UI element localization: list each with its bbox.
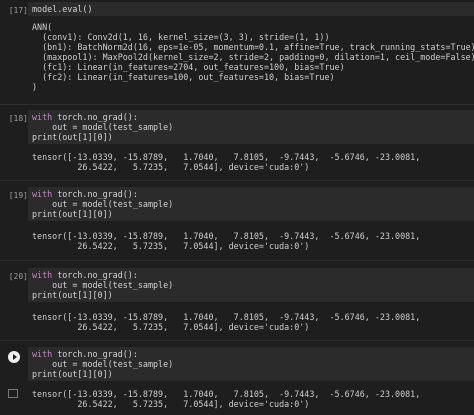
code-editor[interactable]: with torch.no_grad(): out = model(test_s… — [28, 347, 474, 381]
code-line: out = model(test_sample) — [32, 359, 174, 369]
code-editor[interactable]: with torch.no_grad(): out = model(test_s… — [28, 268, 474, 302]
code-line: out = model(test_sample) — [32, 280, 174, 290]
cell-output: tensor([-13.0339, -15.8789, 1.7040, 7.81… — [28, 389, 474, 409]
output-line: 26.5422, 5.7235, 7.0544], device='cuda:0… — [32, 241, 310, 251]
cell-output: ANN( (conv1): Conv2d(1, 16, kernel_size=… — [28, 22, 474, 92]
code-editor[interactable]: with torch.no_grad(): out = model(test_s… — [28, 110, 474, 144]
code-line: with torch.no_grad(): — [32, 270, 138, 280]
output-line: (fc1): Linear(in_features=2704, out_feat… — [32, 62, 345, 72]
output-line: 26.5422, 5.7235, 7.0544], device='cuda:0… — [32, 322, 310, 332]
divider — [0, 104, 474, 105]
code-line: print(out[1][0]) — [32, 369, 113, 379]
code-editor[interactable]: with torch.no_grad(): out = model(test_s… — [28, 187, 474, 221]
code-line: print(out[1][0]) — [32, 209, 113, 219]
code-line: out = model(test_sample) — [32, 199, 174, 209]
code-line: out = model(test_sample) — [32, 122, 174, 132]
code-line: with torch.no_grad(): — [32, 349, 138, 359]
output-line: (maxpool1): MaxPool2d(kernel_size=2, str… — [32, 52, 474, 62]
output-toggle-icon[interactable] — [8, 389, 18, 398]
divider — [0, 180, 474, 181]
execution-count: [18] — [8, 114, 28, 123]
cell-output: tensor([-13.0339, -15.8789, 1.7040, 7.81… — [28, 231, 474, 251]
run-cell-button[interactable] — [8, 351, 20, 363]
execution-count: [20] — [8, 272, 28, 281]
output-line: 26.5422, 5.7235, 7.0544], device='cuda:0… — [32, 399, 310, 409]
output-line: tensor([-13.0339, -15.8789, 1.7040, 7.81… — [32, 231, 421, 241]
output-line: tensor([-13.0339, -15.8789, 1.7040, 7.81… — [32, 312, 421, 322]
divider — [0, 260, 474, 261]
code-editor[interactable]: model.eval() — [28, 2, 474, 16]
execution-count: [19] — [8, 191, 28, 200]
code-line: print(out[1][0]) — [32, 290, 113, 300]
output-line: 26.5422, 5.7235, 7.0544], device='cuda:0… — [32, 162, 310, 172]
output-line: (conv1): Conv2d(1, 16, kernel_size=(3, 3… — [32, 32, 330, 42]
code-line: with torch.no_grad(): — [32, 112, 138, 122]
code-line: print(out[1][0]) — [32, 132, 113, 142]
code-line: model.eval() — [32, 4, 93, 14]
cell-output: tensor([-13.0339, -15.8789, 1.7040, 7.81… — [28, 312, 474, 332]
output-line: ) — [32, 82, 38, 92]
output-line: (fc2): Linear(in_features=100, out_featu… — [32, 72, 335, 82]
divider — [0, 340, 474, 341]
execution-count: [17] — [8, 6, 28, 15]
output-line: ANN( — [32, 22, 53, 32]
code-line: with torch.no_grad(): — [32, 189, 138, 199]
cell-output: tensor([-13.0339, -15.8789, 1.7040, 7.81… — [28, 152, 474, 172]
output-line: tensor([-13.0339, -15.8789, 1.7040, 7.81… — [32, 389, 421, 399]
output-line: (bn1): BatchNorm2d(16, eps=1e-05, moment… — [32, 42, 474, 52]
output-line: tensor([-13.0339, -15.8789, 1.7040, 7.81… — [32, 152, 421, 162]
